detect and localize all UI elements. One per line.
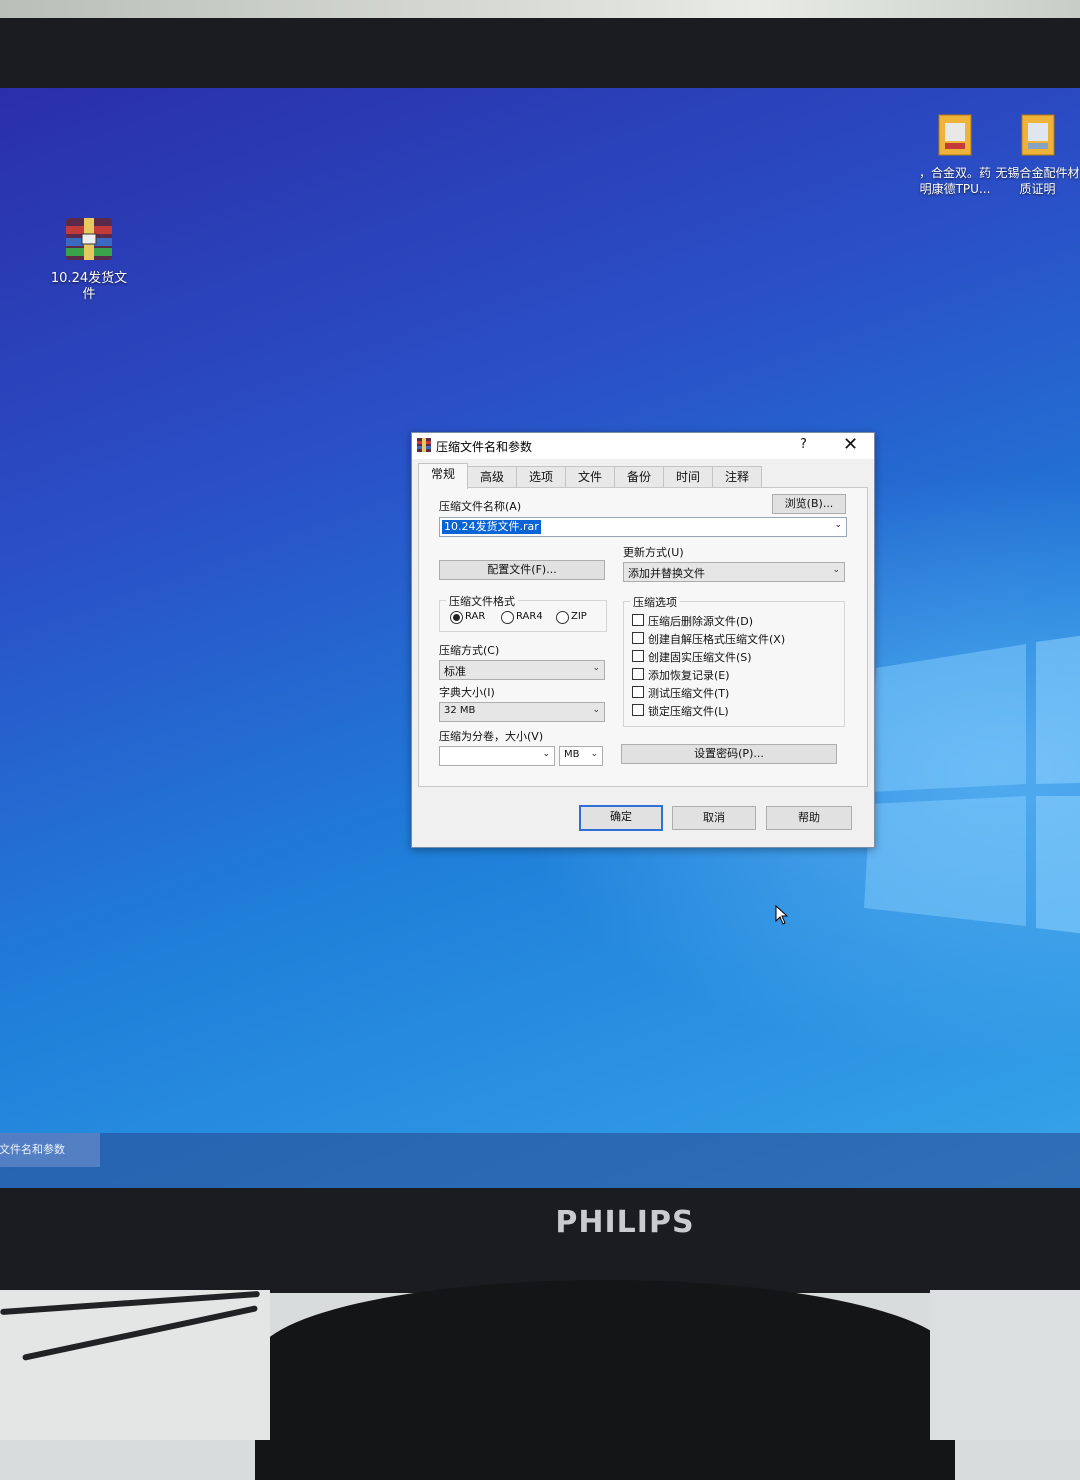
chevron-down-icon: ⌄ xyxy=(590,749,598,759)
update-mode-select[interactable]: 添加并替换文件 ⌄ xyxy=(623,562,845,582)
desktop-icon-label: 10.24发货文件 xyxy=(50,271,128,302)
option-test-label: 测试压缩文件(T) xyxy=(648,687,730,700)
compression-method-value: 标准 xyxy=(444,665,466,678)
archiving-options-group: 压缩选项 压缩后删除源文件(D) 创建自解压格式压缩文件(X) 创建固实压缩文件… xyxy=(623,594,845,727)
checkbox-delete-after[interactable] xyxy=(632,614,644,626)
format-zip-label: ZIP xyxy=(571,611,587,622)
chevron-down-icon: ⌄ xyxy=(592,705,600,715)
radio-format-rar[interactable] xyxy=(450,611,463,624)
help-button[interactable]: 帮助 xyxy=(766,806,852,830)
taskbar-item-archive-dialog[interactable]: 缩文件名和参数 xyxy=(0,1133,100,1167)
option-sfx-label: 创建自解压格式压缩文件(X) xyxy=(648,633,786,646)
dictionary-size-value: 32 MB xyxy=(444,705,476,716)
chevron-down-icon: ⌄ xyxy=(592,663,600,673)
archiving-options-title: 压缩选项 xyxy=(630,594,680,610)
tab-advanced[interactable]: 高级 xyxy=(467,466,517,488)
option-recovery-label: 添加恢复记录(E) xyxy=(648,669,730,682)
compression-method-label: 压缩方式(C) xyxy=(439,644,500,657)
update-mode-value: 添加并替换文件 xyxy=(628,567,705,580)
checkbox-sfx[interactable] xyxy=(632,632,644,644)
radio-format-rar4[interactable] xyxy=(501,611,514,624)
winrar-app-icon xyxy=(417,438,431,452)
split-size-field[interactable]: ⌄ xyxy=(439,746,555,766)
mouse-cursor-icon xyxy=(775,905,789,925)
update-mode-label: 更新方式(U) xyxy=(623,546,684,559)
set-password-button[interactable]: 设置密码(P)... xyxy=(621,744,837,764)
general-tab-panel: 压缩文件名称(A) 浏览(B)... 10.24发货文件.rar ⌄ 更新方式(… xyxy=(418,487,868,787)
compression-method-select[interactable]: 标准 ⌄ xyxy=(439,660,605,680)
checkbox-recovery[interactable] xyxy=(632,668,644,680)
archive-format-title: 压缩文件格式 xyxy=(446,593,518,609)
dictionary-size-label: 字典大小(I) xyxy=(439,686,495,699)
checkbox-solid[interactable] xyxy=(632,650,644,662)
tab-time[interactable]: 时间 xyxy=(663,466,713,488)
cancel-button[interactable]: 取消 xyxy=(672,806,756,830)
ok-button[interactable]: 确定 xyxy=(579,805,663,831)
winrar-archive-icon xyxy=(66,218,112,260)
split-volumes-label: 压缩为分卷，大小(V) xyxy=(439,730,544,743)
desktop-icon-document[interactable]: ，合金双。药明康德TPU... xyxy=(915,113,995,197)
tab-options[interactable]: 选项 xyxy=(516,466,566,488)
archive-name-parameters-dialog: 压缩文件名和参数 ? ✕ 常规 高级 选项 文件 备份 时间 注释 压缩文件名称… xyxy=(411,432,875,848)
chevron-down-icon: ⌄ xyxy=(832,565,840,575)
profiles-button[interactable]: 配置文件(F)... xyxy=(439,560,605,580)
monitor-brand-logo: PHILIPS xyxy=(555,1205,695,1240)
option-lock-label: 锁定压缩文件(L) xyxy=(648,705,729,718)
checkbox-test[interactable] xyxy=(632,686,644,698)
checkbox-lock[interactable] xyxy=(632,704,644,716)
option-solid-label: 创建固实压缩文件(S) xyxy=(648,651,752,664)
tab-comment[interactable]: 注释 xyxy=(712,466,762,488)
format-rar-label: RAR xyxy=(465,611,486,622)
tab-files[interactable]: 文件 xyxy=(565,466,615,488)
desktop-icon-archive[interactable]: 10.24发货文件 xyxy=(50,216,128,303)
tab-backup[interactable]: 备份 xyxy=(614,466,664,488)
archive-name-label: 压缩文件名称(A) xyxy=(439,500,522,513)
taskbar: 缩文件名和参数 xyxy=(0,1133,1080,1188)
desk-surface-right xyxy=(930,1290,1080,1440)
dialog-title: 压缩文件名和参数 xyxy=(436,440,533,454)
split-unit-select[interactable]: MB ⌄ xyxy=(559,746,603,766)
close-icon[interactable]: ✕ xyxy=(843,434,858,455)
tab-general[interactable]: 常规 xyxy=(418,463,468,489)
windows-logo-wallpaper xyxy=(864,635,1080,934)
radio-format-zip[interactable] xyxy=(556,611,569,624)
format-rar4-label: RAR4 xyxy=(516,611,543,622)
desktop-icon-label: ，合金双。药明康德TPU... xyxy=(918,166,991,196)
document-archive-icon xyxy=(938,114,972,156)
dialog-titlebar[interactable]: 压缩文件名和参数 ? ✕ xyxy=(412,433,874,459)
dictionary-size-select[interactable]: 32 MB ⌄ xyxy=(439,702,605,722)
desktop-screen: 10.24发货文件 ，合金双。药明康德TPU... 无锡合金配件材质证明 缩文件… xyxy=(0,88,1080,1188)
desktop-icon-document[interactable]: 无锡合金配件材质证明 xyxy=(995,113,1080,197)
browse-button[interactable]: 浏览(B)... xyxy=(772,494,846,514)
help-title-button[interactable]: ? xyxy=(800,437,807,452)
archive-name-value: 10.24发货文件.rar xyxy=(442,520,541,534)
option-delete-after-label: 压缩后删除源文件(D) xyxy=(648,615,754,628)
split-unit-value: MB xyxy=(564,749,580,760)
desktop-icon-label: 无锡合金配件材质证明 xyxy=(995,166,1080,196)
chevron-down-icon[interactable]: ⌄ xyxy=(542,749,550,759)
chevron-down-icon[interactable]: ⌄ xyxy=(834,520,842,530)
archive-format-group: 压缩文件格式 RAR RAR4 ZIP xyxy=(439,593,607,632)
monitor-stand xyxy=(255,1280,955,1480)
document-archive-icon xyxy=(1021,114,1054,156)
archive-name-field[interactable]: 10.24发货文件.rar ⌄ xyxy=(439,517,847,537)
